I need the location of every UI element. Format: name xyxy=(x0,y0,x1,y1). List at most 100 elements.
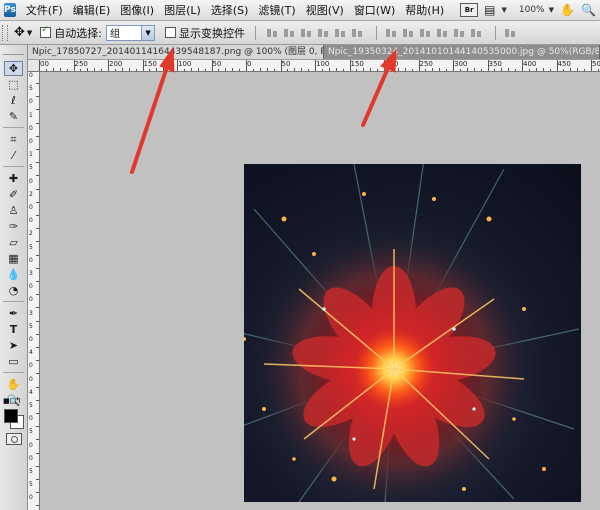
ruler-h-label: 250 xyxy=(419,60,433,68)
tab-document-2[interactable]: Npic_19350324_20141010144140535000.jpg @… xyxy=(323,45,600,59)
ruler-h-minor-tick xyxy=(411,69,413,71)
distribute-left-icon[interactable] xyxy=(436,27,448,39)
ruler-h-tick xyxy=(591,60,592,71)
menu-help[interactable]: 帮助(H) xyxy=(405,2,444,18)
menu-edit[interactable]: 编辑(E) xyxy=(73,2,111,18)
foreground-color-swatch[interactable] xyxy=(4,409,18,423)
menu-view[interactable]: 视图(V) xyxy=(306,2,344,18)
ruler-v-label: 2 xyxy=(29,230,33,238)
history-brush-tool-icon[interactable]: ✑ xyxy=(4,219,23,234)
ruler-h-minor-tick xyxy=(114,69,116,71)
screen-mode-icon: ▤ xyxy=(484,3,496,17)
hand-tool-icon[interactable]: ✋ xyxy=(4,377,23,392)
chevron-down-icon[interactable]: ▼ xyxy=(27,29,32,37)
screen-mode-button[interactable]: ▤ ▼ xyxy=(484,3,513,18)
ruler-v-label: 0 xyxy=(29,283,33,291)
chevron-down-icon[interactable]: ▼ xyxy=(549,6,554,14)
tools-panel-grip[interactable] xyxy=(3,47,24,55)
quick-mask-icon[interactable] xyxy=(6,433,22,445)
ruler-h-minor-tick xyxy=(266,68,268,71)
crop-tool-icon[interactable]: ⌗ xyxy=(4,132,23,147)
document-tabs: Npic_17850727_20140114164439548187.png @… xyxy=(28,45,600,60)
clone-stamp-tool-icon[interactable]: ♙ xyxy=(4,203,23,218)
align-hcenter-icon[interactable] xyxy=(334,27,346,39)
ruler-h-minor-tick xyxy=(597,69,599,71)
tab-document-1[interactable]: Npic_17850727_20140114164439548187.png @… xyxy=(28,45,324,59)
ruler-h-minor-tick xyxy=(508,68,510,71)
path-select-tool-icon[interactable]: ➤ xyxy=(4,338,23,353)
dodge-tool-icon[interactable]: ◔ xyxy=(4,283,23,298)
tab-title: Npic_17850727_20140114164439548187.png @… xyxy=(32,47,323,57)
ruler-h-minor-tick xyxy=(80,69,82,71)
lasso-tool-icon[interactable]: ℓ xyxy=(4,93,23,108)
menu-image[interactable]: 图像(I) xyxy=(120,2,154,18)
menu-select[interactable]: 选择(S) xyxy=(211,2,249,18)
swap-colors-icon[interactable]: ↰ xyxy=(15,396,22,405)
ruler-h-minor-tick xyxy=(128,68,130,71)
quick-select-tool-icon[interactable]: ✎ xyxy=(4,109,23,124)
move-tool-icon[interactable]: ✥ xyxy=(4,61,23,76)
ruler-v-label: 5 xyxy=(29,164,33,172)
ruler-h-minor-tick xyxy=(563,69,565,71)
menu-layer[interactable]: 图层(L) xyxy=(164,2,201,18)
shape-tool-icon[interactable]: ▭ xyxy=(4,354,23,369)
chevron-down-icon: ▼ xyxy=(501,6,507,14)
ruler-v-label: 0 xyxy=(29,415,33,423)
blur-tool-icon[interactable]: 💧 xyxy=(4,267,23,282)
menu-file[interactable]: 文件(F) xyxy=(26,2,63,18)
ruler-h-minor-tick xyxy=(252,69,254,71)
distribute-bottom-icon[interactable] xyxy=(419,27,431,39)
bridge-button[interactable]: Br xyxy=(460,3,479,18)
menu-filter[interactable]: 滤镜(T) xyxy=(258,2,295,18)
marquee-tool-icon[interactable]: ⬚ xyxy=(4,77,23,92)
hand-icon[interactable]: ✋ xyxy=(560,3,575,17)
distribute-hcenter-icon[interactable] xyxy=(453,27,465,39)
align-left-icon[interactable] xyxy=(317,27,329,39)
brush-tool-icon[interactable]: ✐ xyxy=(4,187,23,202)
type-tool-icon[interactable]: T xyxy=(4,322,23,337)
ruler-h-minor-tick xyxy=(163,68,165,71)
ruler-v-label: 5 xyxy=(29,322,33,330)
auto-select-label: 自动选择: xyxy=(54,26,103,40)
horizontal-ruler[interactable]: 00 250 200 150 100 50 0 50 100 150 200 250 300 350 400… xyxy=(39,60,600,72)
ruler-h-tick xyxy=(211,60,213,71)
auto-select-dropdown[interactable]: 组 ▼ xyxy=(106,24,156,41)
align-vcenter-icon[interactable] xyxy=(283,27,295,39)
gradient-tool-icon[interactable]: ▦ xyxy=(4,251,23,266)
vertical-ruler[interactable]: 0 5 0 1 0 0 1 5 0 2 0 0 2 5 0 3 0 0 3 5 0 4 0 0 4 5 0 5 0 0 5 5 0 xyxy=(28,72,40,510)
align-top-icon[interactable] xyxy=(266,27,278,39)
align-bottom-icon[interactable] xyxy=(300,27,312,39)
distribute-top-icon[interactable] xyxy=(385,27,397,39)
move-tool-preset-icon[interactable]: ✥ xyxy=(14,25,25,40)
ruler-h-tick xyxy=(177,60,178,71)
ruler-h-minor-tick xyxy=(308,69,310,71)
ruler-v-label: 5 xyxy=(29,402,33,409)
eraser-tool-icon[interactable]: ▱ xyxy=(4,235,23,250)
ruler-h-tick xyxy=(453,60,454,71)
ruler-h-minor-tick xyxy=(577,68,579,71)
show-transform-checkbox[interactable] xyxy=(165,27,177,38)
ruler-v-label: 3 xyxy=(29,270,33,277)
align-right-icon[interactable] xyxy=(351,27,363,39)
menu-window[interactable]: 窗口(W) xyxy=(354,2,395,18)
zoom-level[interactable]: 100% xyxy=(519,5,545,15)
align-buttons xyxy=(266,27,368,39)
ruler-v-label: 0 xyxy=(29,72,33,79)
distribute-vcenter-icon[interactable] xyxy=(402,27,414,39)
ruler-v-tick xyxy=(36,109,39,111)
distribute-right-icon[interactable] xyxy=(470,27,482,39)
options-bar-grip[interactable] xyxy=(2,24,8,41)
distribute-buttons xyxy=(385,27,487,39)
zoom-icon[interactable]: 🔍 xyxy=(581,3,596,17)
ruler-v-tick xyxy=(36,122,39,124)
auto-select-checkbox[interactable] xyxy=(40,25,52,38)
ruler-h-minor-tick xyxy=(549,69,551,71)
canvas-area[interactable] xyxy=(40,72,600,510)
ruler-h-minor-tick xyxy=(377,69,379,71)
eyedropper-tool-icon[interactable]: ⁄ xyxy=(4,148,23,163)
auto-align-icon[interactable] xyxy=(504,27,516,39)
ruler-h-minor-tick xyxy=(239,69,241,71)
healing-brush-tool-icon[interactable]: ✚ xyxy=(4,171,23,186)
pen-tool-icon[interactable]: ✒ xyxy=(4,306,23,321)
ruler-h-minor-tick xyxy=(94,68,96,71)
